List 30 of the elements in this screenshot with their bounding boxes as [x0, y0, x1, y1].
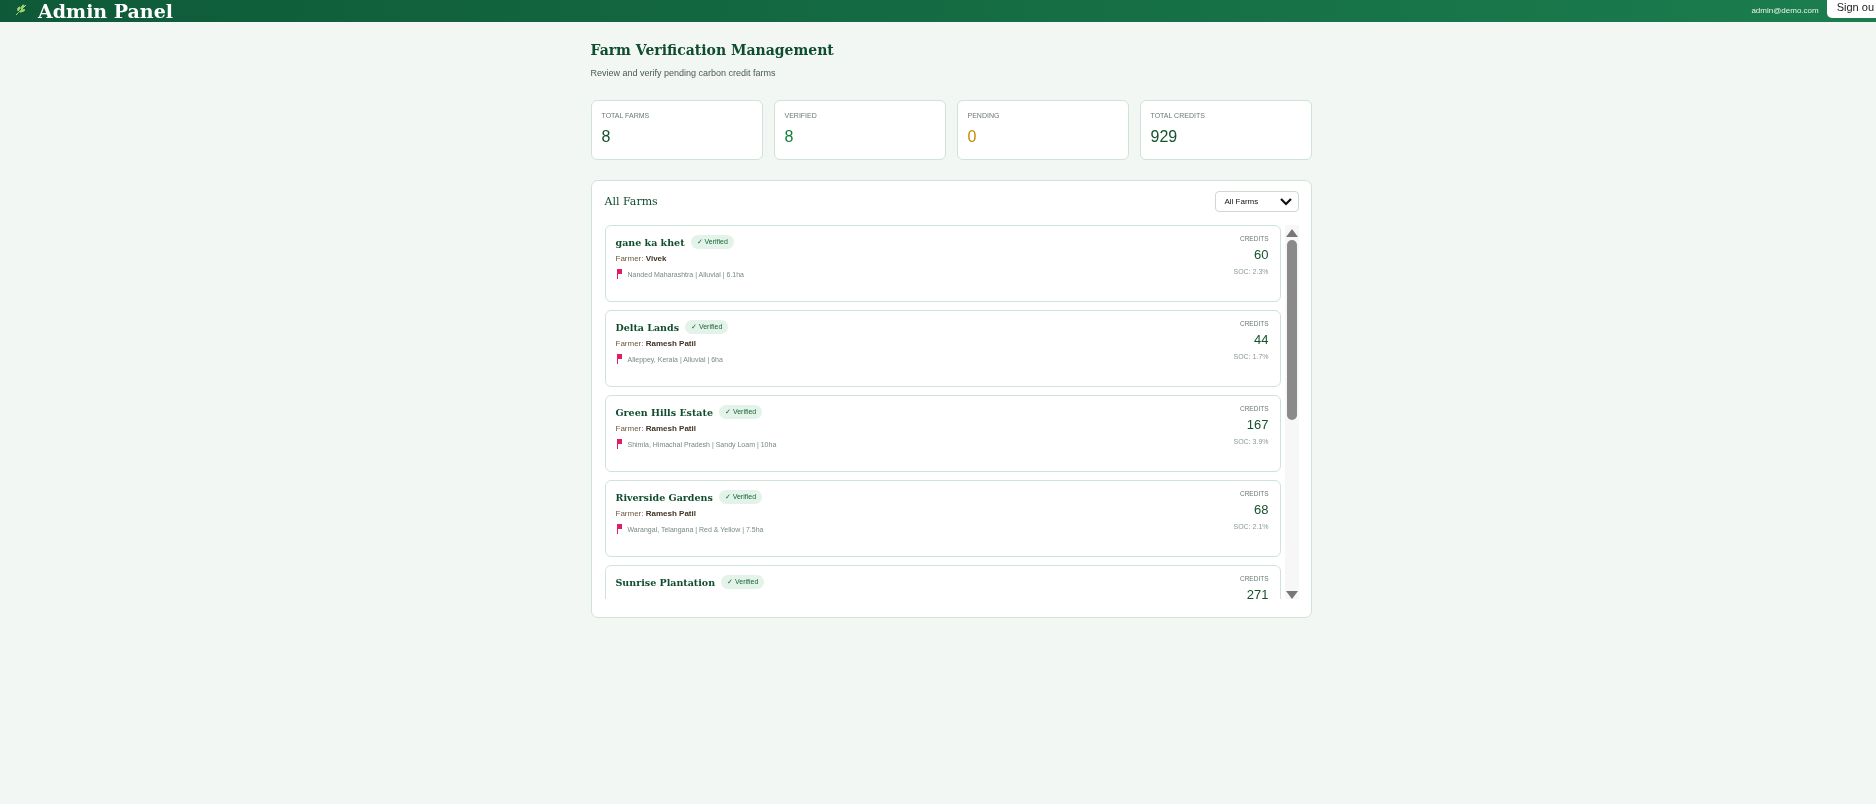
panel-title: All Farms: [604, 195, 658, 208]
credits-value: 271: [1246, 587, 1269, 599]
app-title: Admin Panel: [38, 2, 173, 21]
farm-name: Green Hills Estate: [615, 406, 713, 418]
farmer-text: Farmer: Ramesh Patil: [615, 339, 697, 348]
leaf-icon: [14, 4, 28, 16]
filter-dropdown[interactable]: All Farms: [1214, 191, 1299, 212]
farm-name: gane ka khet: [615, 236, 685, 248]
credits-value: 68: [1254, 502, 1269, 517]
credits-value: 60: [1254, 247, 1269, 262]
farm-name: Delta Lands: [615, 321, 679, 333]
scrollbar-thumb[interactable]: [1286, 240, 1297, 420]
scroll-down-icon[interactable]: [1285, 591, 1298, 599]
farm-name: Sunrise Plantation: [615, 576, 716, 588]
farmer-text: Farmer: Ramesh Patil: [615, 509, 697, 518]
stat-value: 8: [601, 128, 612, 146]
stat-value: 929: [1150, 128, 1179, 146]
page-subtitle: Review and verify pending carbon credit farms: [590, 68, 777, 78]
user-email: admin@demo.com: [1751, 6, 1819, 15]
sign-out-button[interactable]: Sign ou: [1826, 0, 1876, 18]
farmer-text: Farmer: Ramesh Patil: [615, 424, 697, 433]
page-title: Farm Verification Management: [590, 42, 835, 58]
credits-value: 167: [1246, 417, 1269, 432]
farmer-text: Farmer: Vivek: [615, 254, 668, 263]
farm-name: Riverside Gardens: [615, 491, 713, 503]
chevron-down-icon: [1279, 197, 1292, 206]
stat-value: 8: [784, 128, 795, 146]
credits-value: 44: [1254, 332, 1269, 347]
stat-value: 0: [967, 128, 978, 146]
scroll-up-icon[interactable]: [1285, 229, 1298, 237]
